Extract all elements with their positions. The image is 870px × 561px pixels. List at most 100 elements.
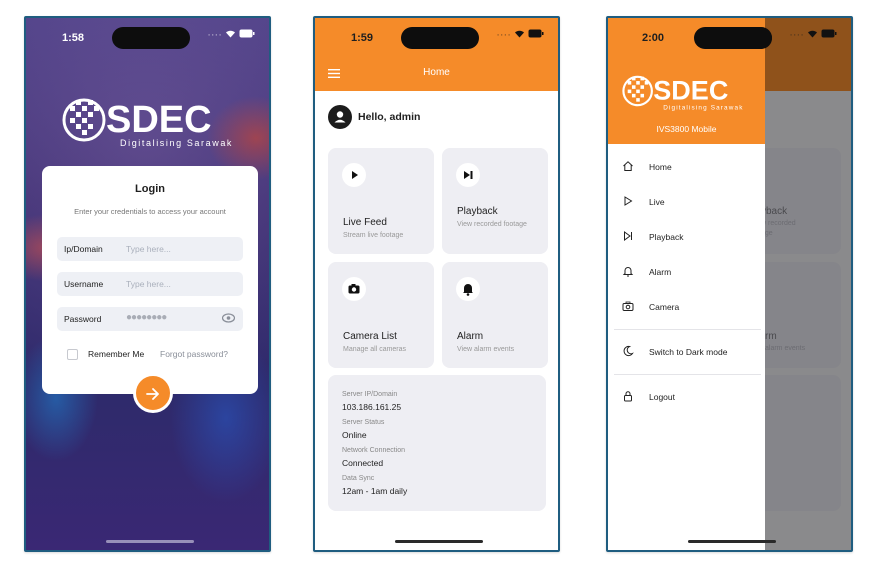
dynamic-island (694, 27, 772, 49)
drawer-item-label: Playback (649, 232, 684, 242)
status-time: 1:59 (351, 32, 374, 44)
login-submit-button[interactable] (133, 373, 173, 413)
dimmed-tile-title: rm (765, 331, 777, 342)
password-label: Password (64, 314, 102, 324)
divider (614, 329, 761, 330)
bell-icon (456, 277, 480, 301)
tile-title: Alarm (457, 331, 484, 342)
username-field[interactable]: Username Type here... (57, 272, 243, 296)
wifi-icon (225, 29, 239, 41)
dimmed-tile-subtitle: alarm events (765, 345, 806, 352)
ip-domain-field[interactable]: Ip/Domain Type here... (57, 237, 243, 261)
info-key: Network Connection (342, 447, 406, 454)
camera-icon (342, 277, 366, 301)
password-value[interactable]: ●●●●●●●● (126, 312, 167, 323)
tile-alarm[interactable]: Alarm View alarm events (442, 262, 548, 368)
tile-title: Camera List (343, 331, 397, 342)
battery-icon (821, 29, 837, 41)
drawer-item-label: Alarm (649, 267, 672, 277)
drawer-item-label: Camera (649, 302, 680, 312)
arrow-right-icon (146, 385, 160, 401)
status-bar-overlay: 2:00 (608, 18, 772, 58)
dark-mode-label: Switch to Dark mode (649, 347, 728, 357)
status-time: 2:00 (642, 32, 665, 44)
forgot-password-link[interactable]: Forgot password? (160, 349, 228, 359)
password-field[interactable]: Password ●●●●●●●● (57, 307, 243, 331)
dynamic-island (112, 27, 190, 49)
remember-me-checkbox[interactable] (67, 349, 78, 360)
logo-wordmark: SDEC (106, 99, 212, 141)
moon-icon (623, 345, 634, 357)
avatar[interactable] (328, 105, 352, 129)
page-title: Home (423, 67, 450, 78)
home-indicator (395, 540, 483, 543)
home-icon (623, 161, 633, 171)
wifi-icon (807, 29, 821, 41)
wifi-icon (514, 29, 528, 41)
sdec-logo: SDEC Digitalising Sarawak (622, 76, 743, 111)
camera-icon (622, 301, 634, 311)
tile-subtitle: Stream live footage (343, 232, 404, 239)
tile-subtitle: View recorded footage (457, 221, 527, 228)
status-icons: ···· (496, 29, 544, 41)
info-value: Connected (342, 458, 384, 468)
info-key: Data Sync (342, 475, 375, 482)
logo-tagline: Digitalising Sarawak (120, 138, 233, 148)
server-info-card: Server IP/Domain 103.186.161.25 Server S… (328, 375, 546, 511)
remember-me-label[interactable]: Remember Me (88, 349, 144, 359)
bell-icon (622, 267, 634, 277)
skip-next-icon (456, 163, 480, 187)
status-icons: ···· (207, 29, 255, 41)
app-name: IVS3800 Mobile (656, 124, 717, 134)
battery-icon (239, 29, 255, 41)
logo-wordmark: SDEC (653, 76, 728, 106)
tile-playback[interactable]: Playback View recorded footage (442, 148, 548, 254)
divider (614, 374, 761, 375)
drawer-item-camera[interactable]: Camera (622, 299, 762, 319)
info-value: 12am - 1am daily (342, 486, 408, 496)
play-icon (342, 163, 366, 187)
username-label: Username (64, 279, 104, 289)
play-icon (624, 196, 633, 206)
drawer-item-playback[interactable]: Playback (622, 229, 762, 249)
dynamic-island (401, 27, 479, 49)
tile-camera-list[interactable]: Camera List Manage all cameras (328, 262, 434, 368)
lock-icon (624, 391, 632, 402)
status-icons: ···· (789, 29, 837, 41)
tile-title: Live Feed (343, 217, 387, 228)
tile-subtitle: Manage all cameras (343, 346, 407, 353)
tile-title: Playback (457, 206, 498, 217)
login-card: Login Enter your credentials to access y… (42, 166, 258, 394)
info-key: Server IP/Domain (342, 391, 398, 398)
signal-icon: ···· (207, 29, 222, 41)
signal-icon: ···· (789, 29, 804, 41)
tile-live-feed[interactable]: Live Feed Stream live footage (328, 148, 434, 254)
username-placeholder[interactable]: Type here... (126, 279, 171, 289)
drawer-item-live[interactable]: Live (622, 194, 762, 214)
logout-button[interactable]: Logout (622, 389, 762, 409)
battery-icon (528, 29, 544, 41)
eye-icon[interactable] (221, 313, 236, 325)
sdec-logo: SDEC Digitalising Sarawak (62, 98, 233, 148)
dimmed-tile-subtitle: w recorded (761, 220, 796, 227)
home-indicator (688, 540, 776, 543)
dark-mode-toggle[interactable]: Switch to Dark mode (622, 344, 762, 364)
ip-domain-label: Ip/Domain (64, 244, 103, 254)
login-title: Login (135, 183, 165, 195)
drawer-item-label: Home (649, 162, 672, 172)
login-subtitle: Enter your credentials to access your ac… (74, 207, 226, 216)
drawer-item-home[interactable]: Home (622, 159, 762, 179)
logout-label: Logout (649, 392, 675, 402)
ip-domain-placeholder[interactable]: Type here... (126, 244, 171, 254)
tile-subtitle: View alarm events (457, 346, 515, 353)
status-time: 1:58 (62, 32, 85, 44)
info-value: Online (342, 430, 367, 440)
logo-tagline: Digitalising Sarawak (663, 104, 743, 111)
navigation-drawer: 2:00 SDEC Digitalising Sarawak IVS3800 M… (608, 18, 772, 550)
drawer-item-label: Live (649, 197, 665, 207)
home-screen: 1:59 ···· Home Hello, admin Live Feed St… (313, 16, 560, 552)
greeting: Hello, admin (358, 111, 421, 123)
drawer-item-alarm[interactable]: Alarm (622, 264, 762, 284)
info-value: 103.186.161.25 (342, 402, 402, 412)
status-bar: 1:59 ···· (315, 18, 558, 58)
